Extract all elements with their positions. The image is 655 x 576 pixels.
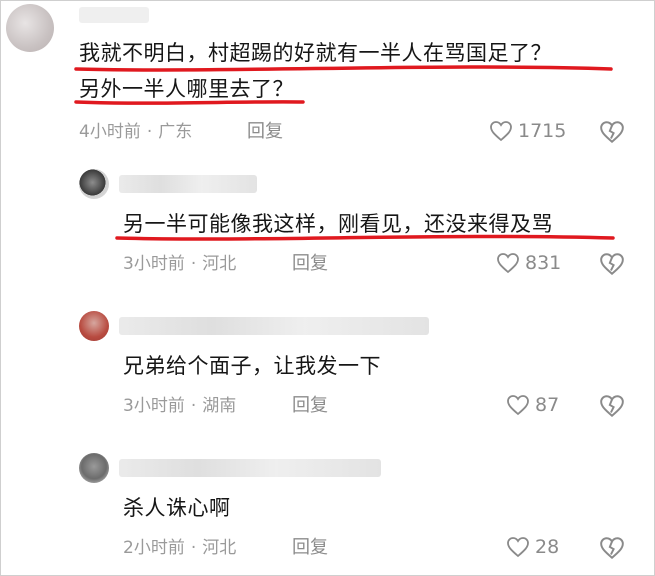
heart-outline-icon <box>490 121 512 142</box>
red-underline <box>74 65 613 105</box>
reply-button[interactable]: 回复 <box>292 395 328 417</box>
like-button[interactable]: 1715 <box>489 120 566 142</box>
comment-meta: 2小时前 · 河北 <box>123 538 237 558</box>
broken-heart-icon[interactable] <box>599 252 625 276</box>
avatar[interactable] <box>6 4 54 52</box>
like-count: 1715 <box>518 120 567 142</box>
heart-outline-icon <box>507 395 529 416</box>
reply-button[interactable]: 回复 <box>292 253 328 275</box>
username-blurred[interactable] <box>119 459 381 477</box>
like-count: 831 <box>525 252 562 274</box>
timestamp: 2小时前 <box>123 538 185 558</box>
broken-heart-icon[interactable] <box>599 120 625 144</box>
username-blurred[interactable] <box>119 175 257 193</box>
broken-heart-icon[interactable] <box>599 536 625 560</box>
timestamp: 4小时前 <box>79 122 141 142</box>
reply-button[interactable]: 回复 <box>247 121 283 143</box>
timestamp: 3小时前 <box>123 254 185 274</box>
broken-heart-icon[interactable] <box>599 394 625 418</box>
like-button[interactable]: 831 <box>496 252 561 274</box>
avatar[interactable] <box>79 453 109 483</box>
red-underline <box>115 234 615 241</box>
like-button[interactable]: 28 <box>506 536 559 558</box>
location: 广东 <box>158 122 193 142</box>
heart-outline-icon <box>497 253 519 274</box>
avatar[interactable] <box>79 311 109 341</box>
like-button[interactable]: 87 <box>506 394 559 416</box>
location: 河北 <box>202 538 237 558</box>
like-count: 28 <box>535 536 560 558</box>
timestamp: 3小时前 <box>123 396 185 416</box>
avatar[interactable] <box>79 169 109 199</box>
heart-outline-icon <box>507 537 529 558</box>
comment-text-line-1: 杀人诛心啊 <box>123 496 231 520</box>
comment-text-line-1: 兄弟给个面子，让我发一下 <box>123 354 381 378</box>
comment-meta: 4小时前 · 广东 <box>79 122 193 142</box>
like-count: 87 <box>535 394 560 416</box>
comment-meta: 3小时前 · 湖南 <box>123 396 237 416</box>
username-blurred[interactable] <box>79 7 149 23</box>
location: 湖南 <box>202 396 237 416</box>
location: 河北 <box>202 254 237 274</box>
reply-button[interactable]: 回复 <box>292 537 328 559</box>
username-blurred[interactable] <box>119 317 429 335</box>
comment-meta: 3小时前 · 河北 <box>123 254 237 274</box>
